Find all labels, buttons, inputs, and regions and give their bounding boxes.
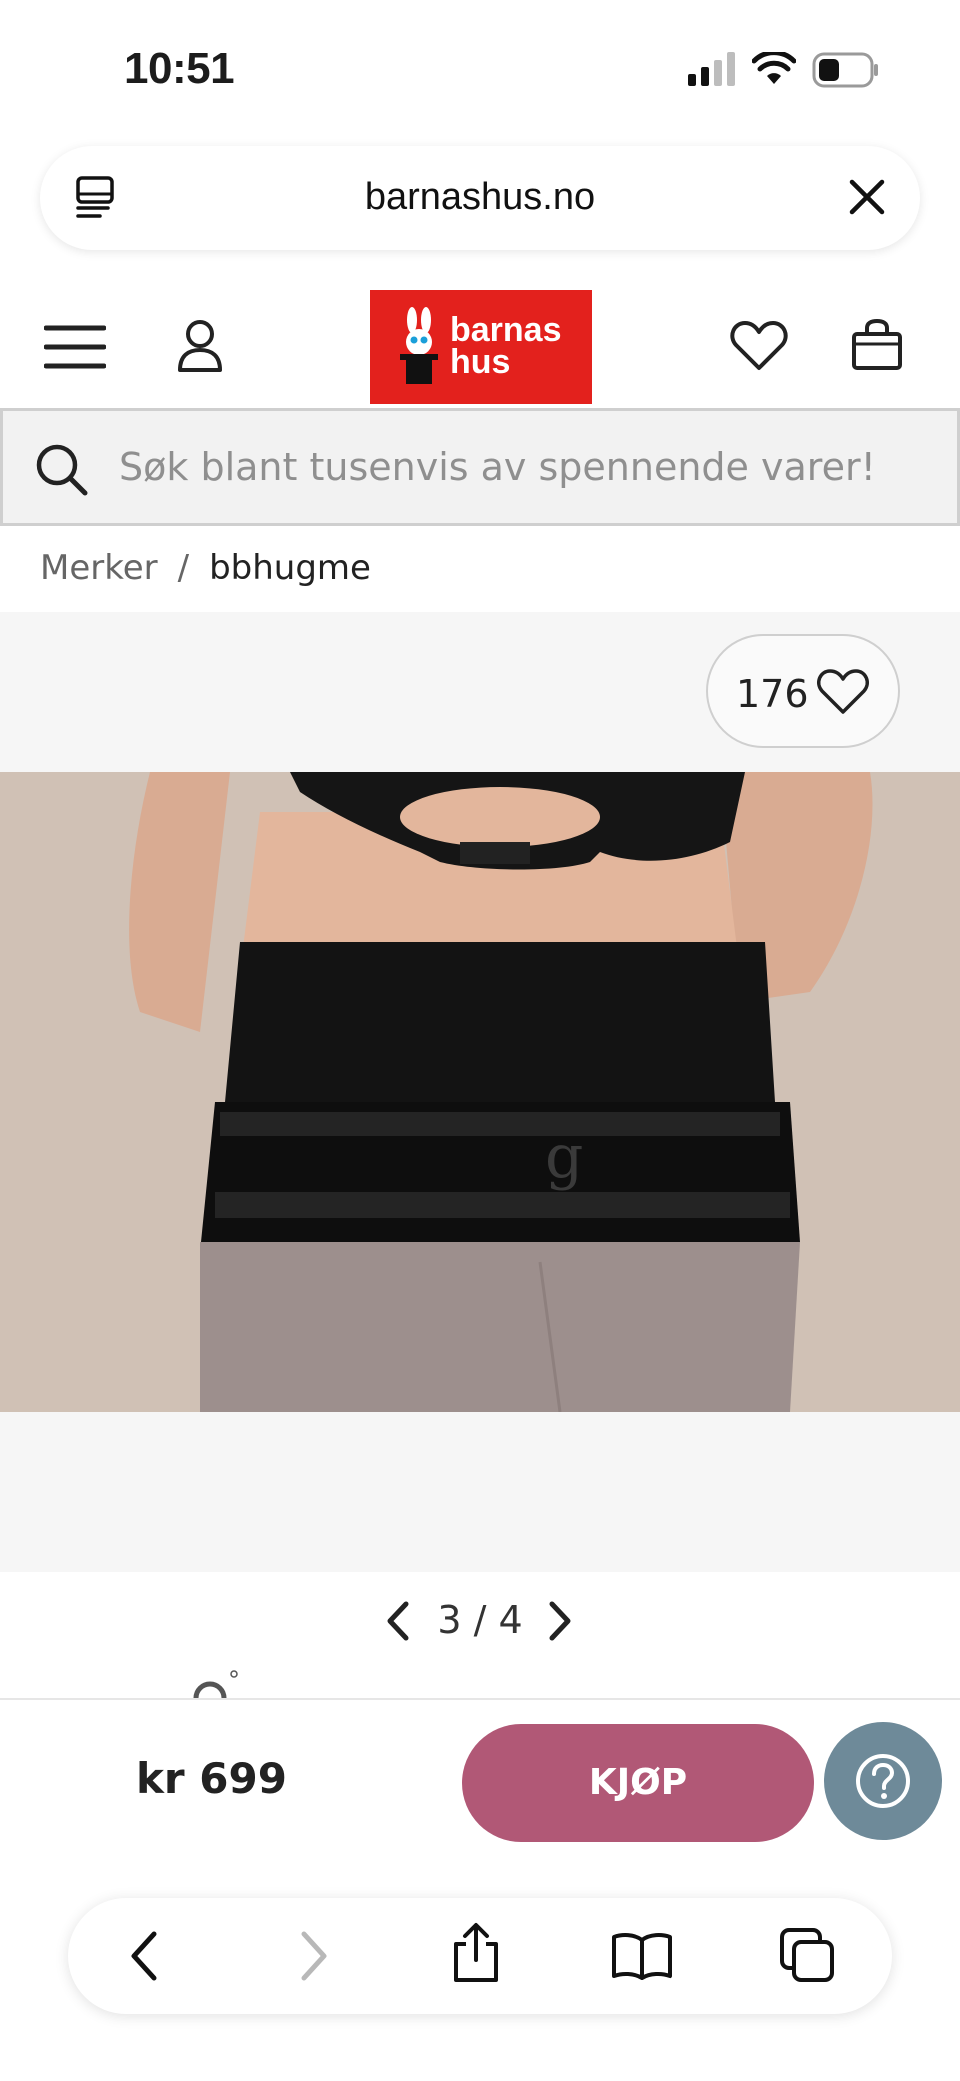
search-bar[interactable] <box>0 408 960 526</box>
pager-separator: / <box>473 1598 487 1642</box>
price: kr 699 <box>136 1754 287 1803</box>
heart-icon[interactable] <box>730 320 788 372</box>
status-bar: 10:51 <box>0 0 960 140</box>
tabs-icon[interactable] <box>778 1926 836 1984</box>
account-icon[interactable] <box>176 318 224 374</box>
site-header: barnas hus <box>0 290 960 408</box>
forward-icon[interactable] <box>294 1928 334 1984</box>
shopping-bag-icon[interactable] <box>850 318 904 372</box>
heart-icon <box>817 669 869 714</box>
buy-bar: kr 699 KJØP <box>0 1698 960 1868</box>
signal-icon <box>688 52 735 86</box>
rabbit-logo-icon <box>400 307 438 384</box>
menu-icon[interactable] <box>44 324 106 370</box>
pager-current: 3 <box>437 1598 462 1642</box>
chevron-left-icon[interactable] <box>382 1600 412 1642</box>
search-icon[interactable] <box>35 443 89 497</box>
logo-line-1: barnas <box>450 311 562 349</box>
address-bar[interactable]: barnashus.no <box>40 146 920 250</box>
browser-toolbar <box>68 1898 892 2014</box>
site-logo[interactable]: barnas hus <box>370 290 592 404</box>
like-count: 176 <box>736 672 809 716</box>
svg-text:g: g <box>545 1122 583 1192</box>
tab-overview-icon[interactable] <box>74 176 118 220</box>
product-gallery[interactable]: 176 g <box>0 612 960 1572</box>
close-icon[interactable] <box>848 178 886 216</box>
buy-button[interactable]: KJØP <box>462 1724 814 1842</box>
help-icon <box>856 1754 910 1808</box>
search-input[interactable] <box>119 435 939 499</box>
battery-icon <box>812 52 878 88</box>
back-icon[interactable] <box>124 1928 164 1984</box>
url-text[interactable]: barnashus.no <box>40 176 920 219</box>
breadcrumb-item-current[interactable]: bbhugme <box>209 548 371 588</box>
brand-mark-icon <box>193 1670 238 1698</box>
logo-line-2: hus <box>450 343 511 381</box>
breadcrumb-item-merker[interactable]: Merker <box>40 548 158 588</box>
help-button[interactable] <box>824 1722 942 1840</box>
bookmarks-icon[interactable] <box>610 1932 674 1980</box>
wifi-icon <box>752 52 796 84</box>
like-button[interactable]: 176 <box>706 634 900 748</box>
status-time: 10:51 <box>124 44 235 93</box>
chevron-right-icon[interactable] <box>546 1600 576 1642</box>
share-icon[interactable] <box>450 1922 502 1984</box>
pager-total: 4 <box>498 1598 523 1642</box>
breadcrumb-separator: / <box>177 548 190 588</box>
logo-text: barnas hus <box>450 311 562 381</box>
gallery-pager: 3 / 4 <box>430 1598 530 1642</box>
product-image[interactable]: g <box>0 772 960 1412</box>
breadcrumb: Merker / bbhugme <box>40 548 371 588</box>
